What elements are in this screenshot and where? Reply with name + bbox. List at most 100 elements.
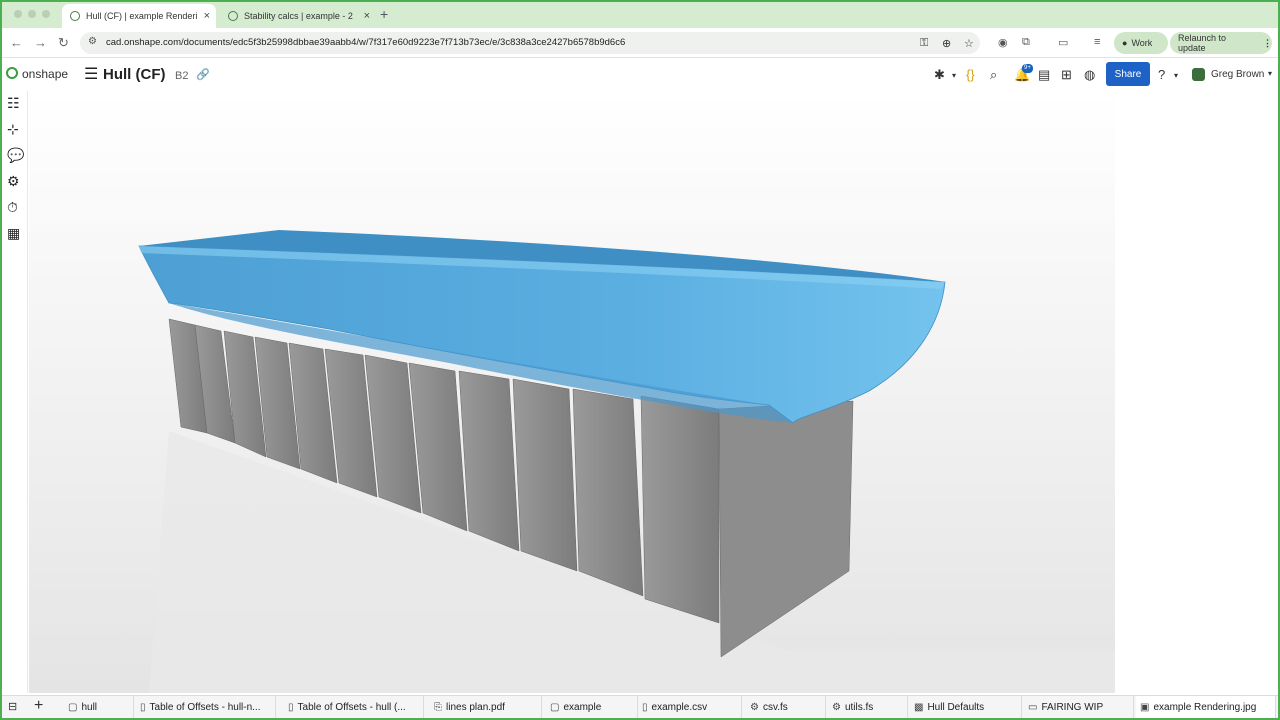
document-icon: ▯ — [642, 702, 648, 713]
brand-name[interactable]: onshape — [22, 67, 68, 81]
puzzle-extensions-icon[interactable]: ⧉ — [1022, 36, 1030, 49]
tab-label: Hull Defaults — [927, 702, 985, 713]
learning-center-icon[interactable]: ◍ — [1084, 67, 1095, 83]
document-title[interactable]: Hull (CF) — [103, 66, 165, 83]
window-minimize-dot[interactable] — [28, 10, 36, 18]
left-tool-rail: ☷ ⊹ 💬 ⚙ ⏱ ▦ — [2, 91, 28, 693]
feature-list-icon[interactable]: ☷ — [7, 95, 20, 112]
url-omnibox[interactable]: ⚙ cad.onshape.com/documents/edc5f3b25998… — [80, 32, 980, 54]
tab-label: Table of Offsets - hull-n... — [149, 702, 261, 713]
tab-label: example — [563, 702, 602, 713]
bug-icon[interactable]: ✱ — [934, 67, 945, 83]
notification-badge: 9+ — [1022, 64, 1033, 73]
element-tab-bar: ⊟ + ▢ hull ▯ Table of Offsets - hull-n..… — [2, 695, 1278, 718]
part-studio-icon: ▢ — [68, 702, 78, 713]
browser-tab-stability[interactable]: Stability calcs | example - 2 × — [220, 4, 376, 28]
reading-list-icon[interactable]: ≡ — [1094, 36, 1100, 48]
password-key-icon[interactable]: ⚿ — [920, 37, 928, 50]
relaunch-label: Relaunch to update — [1178, 33, 1227, 53]
tab-label: lines plan.pdf — [446, 702, 505, 713]
extension-icon[interactable]: ◉ — [998, 36, 1008, 49]
tab-label: example.csv — [651, 702, 708, 713]
comments-icon[interactable]: 💬 — [7, 147, 24, 164]
variable-studio-icon: ▩ — [914, 702, 924, 713]
reload-icon[interactable]: ↻ — [58, 35, 69, 51]
onshape-logo-icon[interactable] — [6, 67, 18, 79]
help-icon[interactable]: ? — [1158, 67, 1165, 82]
profile-avatar-icon: ● — [1122, 38, 1128, 48]
bookmark-star-icon[interactable]: ☆ — [964, 37, 974, 50]
feature-studio-icon: ⚙ — [832, 702, 841, 713]
folder-icon: ▭ — [1028, 702, 1038, 713]
rendering-viewport[interactable] — [29, 91, 1115, 693]
tab-example-rendering[interactable]: ▣ example Rendering.jpg — [1136, 696, 1276, 718]
close-icon[interactable]: × — [364, 10, 370, 22]
zoom-icon[interactable]: ⊕ — [942, 37, 951, 50]
screen-frame: Hull (CF) | example Rendering.j × Stabil… — [2, 2, 1278, 718]
pdf-icon: ⎘ — [434, 702, 442, 713]
tab-hull[interactable]: ▢ hull — [64, 696, 134, 718]
tab-utils-fs[interactable]: ⚙ utils.fs — [828, 696, 908, 718]
app-store-icon[interactable]: ⊞ — [1061, 67, 1072, 83]
link-icon[interactable]: 🔗 — [196, 68, 210, 81]
chevron-down-icon[interactable]: ▾ — [952, 71, 956, 80]
address-bar-row: ← → ↻ ⚙ cad.onshape.com/documents/edc5f3… — [2, 28, 1278, 58]
window-zoom-dot[interactable] — [42, 10, 50, 18]
close-icon[interactable]: × — [204, 10, 210, 22]
properties-icon[interactable]: ▦ — [7, 225, 20, 242]
browser-tab-label: Hull (CF) | example Rendering.j — [86, 11, 198, 21]
menu-icon[interactable]: ☰ — [84, 64, 98, 84]
tab-table-of-offsets-1[interactable]: ▯ Table of Offsets - hull-n... — [136, 696, 276, 718]
workspace-label[interactable]: B2 — [175, 70, 188, 82]
document-list-icon[interactable]: ▤ — [1038, 67, 1050, 83]
add-element-icon[interactable]: + — [34, 697, 43, 715]
hull-rendering — [29, 91, 1115, 693]
new-tab-icon[interactable]: + — [380, 6, 388, 22]
tab-example[interactable]: ▢ example — [546, 696, 638, 718]
insert-icon[interactable]: ⊹ — [7, 121, 19, 138]
browser-tab-strip: Hull (CF) | example Rendering.j × Stabil… — [2, 2, 1278, 28]
tab-csv-fs[interactable]: ⚙ csv.fs — [746, 696, 826, 718]
browser-tab-hull[interactable]: Hull (CF) | example Rendering.j × — [62, 4, 216, 28]
tab-hull-defaults[interactable]: ▩ Hull Defaults — [910, 696, 1022, 718]
tab-label: utils.fs — [844, 702, 874, 713]
share-button[interactable]: Share — [1106, 62, 1150, 86]
tab-label: csv.fs — [762, 702, 788, 713]
sidepanel-icon[interactable]: ▭ — [1058, 36, 1068, 49]
user-name[interactable]: Greg Brown — [1211, 69, 1264, 80]
featurescript-icon[interactable]: {} — [966, 67, 975, 82]
document-icon: ▯ — [288, 702, 294, 713]
window-close-dot[interactable] — [14, 10, 22, 18]
profile-chip-label: Work — [1131, 38, 1153, 48]
search-icon[interactable]: ⌕ — [990, 67, 997, 83]
browser-menu-icon[interactable]: ⋮ — [1263, 38, 1272, 49]
forward-icon[interactable]: → — [34, 35, 47, 50]
image-icon: ▣ — [1140, 702, 1150, 713]
browser-tab-label: Stability calcs | example - 2 — [244, 11, 353, 21]
onshape-header: onshape ☰ Hull (CF) B2 🔗 ✱ ▾ {} ⌕ 🔔 9+ ▤… — [2, 59, 1278, 91]
part-studio-icon: ▢ — [550, 702, 560, 713]
site-info-icon[interactable]: ⚙ — [88, 36, 97, 47]
avatar[interactable] — [1192, 68, 1205, 81]
tab-example-csv[interactable]: ▯ example.csv — [638, 696, 742, 718]
onshape-favicon-icon — [228, 11, 238, 21]
tab-label: hull — [81, 702, 98, 713]
configurations-icon[interactable]: ⚙ — [7, 173, 20, 190]
back-icon[interactable]: ← — [10, 35, 23, 50]
tab-label: Table of Offsets - hull (... — [297, 702, 406, 713]
url-text: cad.onshape.com/documents/edc5f3b25998db… — [106, 37, 626, 48]
profile-chip[interactable]: ● Work — [1114, 32, 1168, 54]
history-icon[interactable]: ⏱ — [7, 199, 18, 216]
tab-lines-plan[interactable]: ⎘ lines plan.pdf — [430, 696, 542, 718]
feature-studio-icon: ⚙ — [750, 702, 759, 713]
chevron-down-icon[interactable]: ▾ — [1174, 71, 1178, 80]
tab-label: example Rendering.jpg — [1153, 702, 1257, 713]
tab-table-of-offsets-2[interactable]: ▯ Table of Offsets - hull (... — [284, 696, 424, 718]
tab-label: FAIRING WIP — [1041, 702, 1104, 713]
tab-manager-icon[interactable]: ⊟ — [8, 700, 17, 713]
onshape-favicon-icon — [70, 11, 80, 21]
tab-fairing-wip[interactable]: ▭ FAIRING WIP — [1024, 696, 1134, 718]
document-icon: ▯ — [140, 702, 146, 713]
relaunch-button[interactable]: Relaunch to update ⋮ — [1170, 32, 1272, 54]
chevron-down-icon[interactable]: ▾ — [1268, 69, 1272, 78]
